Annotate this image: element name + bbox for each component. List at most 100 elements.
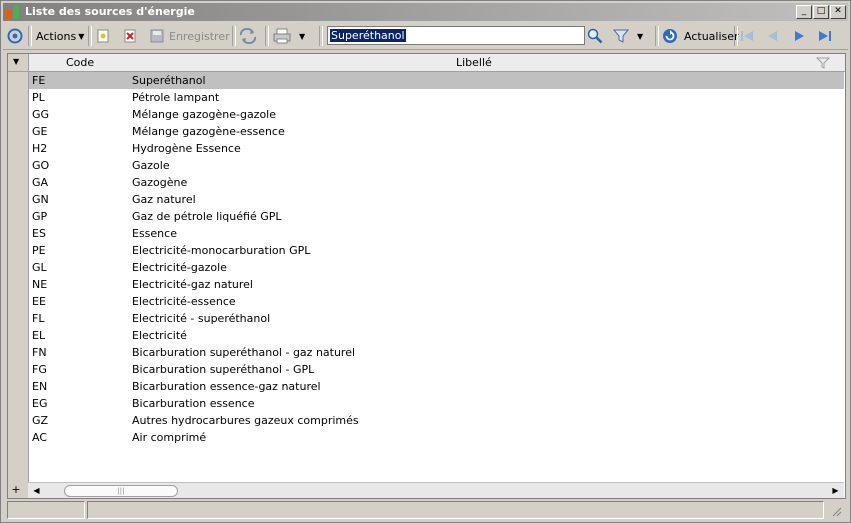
- column-header-code[interactable]: Code: [66, 56, 94, 69]
- cell-code: EG: [32, 397, 48, 410]
- first-page-button[interactable]: [739, 26, 755, 46]
- cell-label: Electricité-essence: [132, 295, 236, 308]
- save-label: Enregistrer: [169, 29, 230, 43]
- chevron-down-icon: ▼: [299, 31, 306, 41]
- cell-code: GZ: [32, 414, 49, 427]
- printer-icon: [273, 28, 291, 44]
- refresh-icon: [663, 29, 677, 43]
- scrollbar-thumb[interactable]: |||: [64, 485, 178, 497]
- search-value: Superéthanol: [330, 29, 406, 42]
- row-indicator-column: [8, 54, 29, 498]
- previous-page-button[interactable]: [765, 26, 781, 46]
- table-row[interactable]: GN Gaz naturel: [29, 191, 844, 208]
- status-pane: [87, 501, 824, 519]
- new-document-icon: [97, 29, 109, 43]
- cell-label: Pétrole lampant: [132, 91, 220, 104]
- save-button[interactable]: Enregistrer: [150, 26, 230, 46]
- table-row[interactable]: GP Gaz de pétrole liquéfié GPL: [29, 208, 844, 225]
- column-filter-icon[interactable]: [816, 57, 830, 69]
- actions-menu-button[interactable]: Actions ▼: [36, 26, 84, 46]
- window-title: Liste des sources d'énergie: [25, 5, 195, 18]
- previous-page-icon: [768, 31, 777, 41]
- scroll-left-icon[interactable]: ◀: [30, 484, 43, 497]
- maximize-button[interactable]: □: [813, 5, 829, 19]
- sync-button[interactable]: [239, 26, 257, 46]
- resize-grip-icon[interactable]: [830, 505, 842, 517]
- cell-label: Hydrogène Essence: [132, 142, 241, 155]
- filter-button[interactable]: ▼: [613, 26, 643, 46]
- table-row[interactable]: AC Air comprimé: [29, 429, 844, 446]
- cell-label: Gazogène: [132, 176, 188, 189]
- delete-icon: [124, 29, 136, 43]
- grid-header: ▼ Code Libellé: [8, 54, 845, 72]
- table-row[interactable]: PE Electricité-monocarburation GPL: [29, 242, 844, 259]
- chevron-down-icon: ▼: [637, 31, 644, 41]
- cell-code: GN: [32, 193, 49, 206]
- toolbar-separator: [88, 26, 92, 46]
- cell-label: Electricité: [132, 329, 187, 342]
- cell-label: Mélange gazogène-gazole: [132, 108, 277, 121]
- table-row[interactable]: H2 Hydrogène Essence: [29, 140, 844, 157]
- table-row[interactable]: GA Gazogène: [29, 174, 844, 191]
- cell-code: NE: [32, 278, 48, 291]
- expand-button[interactable]: +: [10, 484, 22, 496]
- chevron-down-icon: ▼: [78, 31, 85, 41]
- table-row[interactable]: PL Pétrole lampant: [29, 89, 844, 106]
- table-row[interactable]: FN Bicarburation superéthanol - gaz natur…: [29, 344, 844, 361]
- toolbar: Actions ▼ Enregistrer ▼ Superéthanol ▼ A…: [3, 23, 848, 50]
- delete-button[interactable]: [123, 26, 137, 46]
- table-row[interactable]: EL Electricité: [29, 327, 844, 344]
- chevron-down-icon: ▼: [13, 57, 20, 66]
- cell-label: Electricité-gaz naturel: [132, 278, 253, 291]
- table-row[interactable]: GO Gazole: [29, 157, 844, 174]
- new-button[interactable]: [96, 26, 110, 46]
- scroll-right-icon[interactable]: ▶: [829, 484, 842, 497]
- filter-icon: [613, 29, 629, 43]
- cell-code: FN: [32, 346, 47, 359]
- table-row[interactable]: EE Electricité-essence: [29, 293, 844, 310]
- cell-label: Mélange gazogène-essence: [132, 125, 285, 138]
- column-chooser-button[interactable]: ▼: [8, 54, 29, 71]
- table-row[interactable]: EN Bicarburation essence-gaz naturel: [29, 378, 844, 395]
- cell-label: Electricité-gazole: [132, 261, 227, 274]
- table-row[interactable]: ES Essence: [29, 225, 844, 242]
- target-icon: [7, 28, 23, 44]
- close-button[interactable]: ✕: [830, 5, 846, 19]
- table-row[interactable]: FE Superéthanol: [29, 72, 844, 89]
- refresh-button[interactable]: Actualiser: [662, 26, 739, 46]
- toolbar-separator: [28, 26, 32, 46]
- next-page-button[interactable]: [791, 26, 807, 46]
- cell-label: Bicarburation essence: [132, 397, 255, 410]
- table-row[interactable]: GE Mélange gazogène-essence: [29, 123, 844, 140]
- last-page-button[interactable]: [817, 26, 833, 46]
- cell-code: H2: [32, 142, 48, 155]
- table-row[interactable]: FL Electricité - superéthanol: [29, 310, 844, 327]
- cell-code: GP: [32, 210, 48, 223]
- cell-code: GE: [32, 125, 48, 138]
- cell-code: FG: [32, 363, 47, 376]
- column-header-label[interactable]: Libellé: [456, 56, 492, 69]
- table-row[interactable]: FG Bicarburation superéthanol - GPL: [29, 361, 844, 378]
- minimize-button[interactable]: _: [796, 5, 812, 19]
- navigate-button[interactable]: [7, 26, 23, 46]
- cell-label: Bicarburation superéthanol - GPL: [132, 363, 315, 376]
- search-button[interactable]: [587, 26, 603, 46]
- search-input[interactable]: Superéthanol: [327, 26, 585, 45]
- horizontal-scrollbar[interactable]: ◀ ||| ▶: [28, 482, 844, 498]
- data-grid: ▼ Code Libellé FE Superéthanol PL Pétrole l…: [7, 53, 846, 499]
- cell-code: EE: [32, 295, 46, 308]
- title-bar[interactable]: Liste des sources d'énergie _ □ ✕: [3, 3, 848, 21]
- status-bar: [7, 501, 844, 519]
- table-row[interactable]: GL Electricité-gazole: [29, 259, 844, 276]
- cell-label: Electricité - superéthanol: [132, 312, 271, 325]
- table-row[interactable]: EG Bicarburation essence: [29, 395, 844, 412]
- maximize-icon: □: [816, 6, 826, 16]
- close-icon: ✕: [834, 6, 842, 16]
- cell-label: Bicarburation essence-gaz naturel: [132, 380, 321, 393]
- table-row[interactable]: GZ Autres hydrocarbures gazeux comprimés: [29, 412, 844, 429]
- table-row[interactable]: NE Electricité-gaz naturel: [29, 276, 844, 293]
- print-button[interactable]: ▼: [273, 26, 305, 46]
- cell-label: Bicarburation superéthanol - gaz naturel: [132, 346, 356, 359]
- table-row[interactable]: GG Mélange gazogène-gazole: [29, 106, 844, 123]
- cell-label: Air comprimé: [132, 431, 207, 444]
